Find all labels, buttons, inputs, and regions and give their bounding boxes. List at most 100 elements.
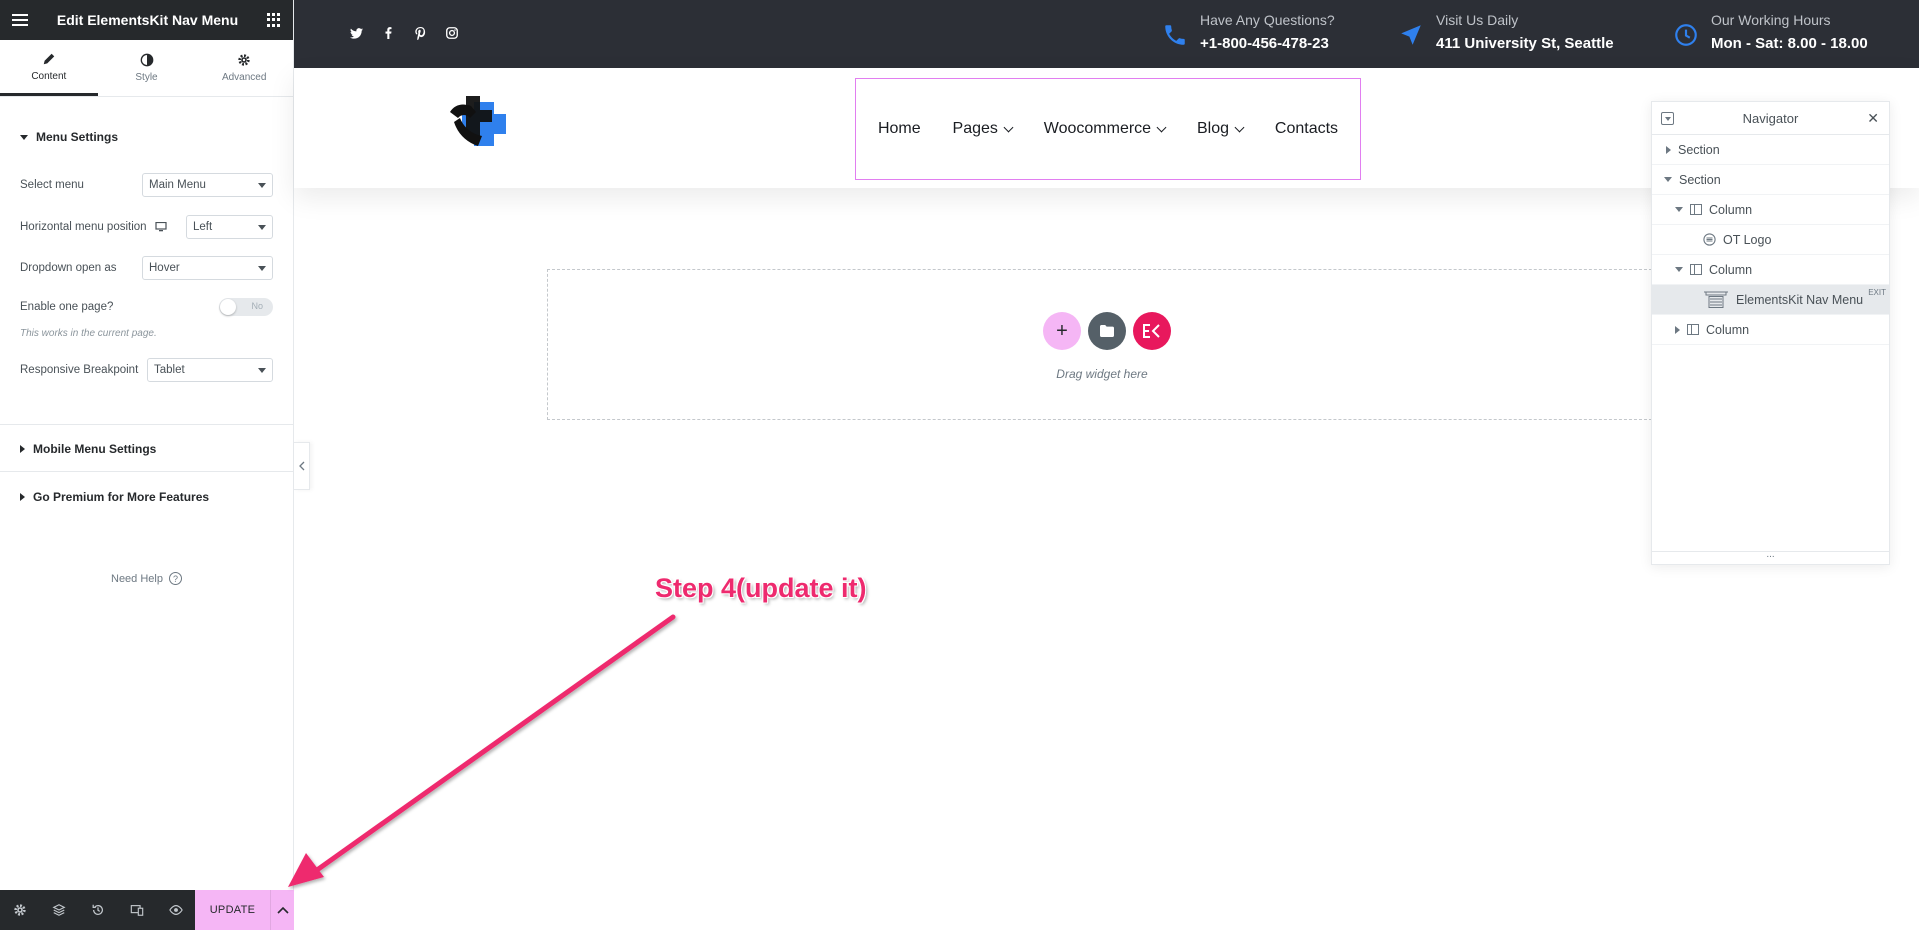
tab-content[interactable]: Content	[0, 40, 98, 96]
caret-down-icon	[1675, 207, 1683, 212]
clock-icon	[1675, 24, 1697, 46]
question-icon: ?	[168, 572, 182, 585]
twitter-icon	[349, 27, 363, 39]
dropdown-open-dropdown[interactable]: Hover	[142, 256, 273, 280]
add-section-button[interactable]: +	[1043, 312, 1081, 350]
nav-pages[interactable]: Pages	[953, 120, 1014, 138]
tab-style[interactable]: Style	[98, 40, 196, 96]
tab-content-label: Content	[31, 70, 67, 82]
working-hours: Mon - Sat: 8.00 - 18.00	[1711, 35, 1868, 52]
elementskit-templates-button[interactable]	[1133, 312, 1171, 350]
horizontal-position-value: Left	[193, 221, 213, 233]
update-button[interactable]: UPDATE	[195, 890, 270, 930]
select-menu-dropdown[interactable]: Main Menu	[142, 173, 273, 197]
column-icon	[1690, 204, 1702, 215]
exit-badge[interactable]: EXIT	[1868, 288, 1886, 297]
elementskit-nav-menu[interactable]: Home Pages Woocommerce Blog Contacts	[855, 78, 1361, 180]
one-page-note: This works in the current page.	[20, 328, 157, 339]
pinterest-link[interactable]	[412, 25, 428, 41]
nav-blog[interactable]: Blog	[1196, 120, 1245, 138]
contact-hours: Our Working Hours Mon - Sat: 8.00 - 18.0…	[1673, 12, 1868, 52]
collapse-all-icon[interactable]	[1661, 112, 1674, 125]
close-icon[interactable]: ✕	[1867, 110, 1879, 127]
chevron-down-icon	[1003, 122, 1014, 132]
one-page-toggle[interactable]: No	[219, 298, 273, 316]
caret-right-icon	[1666, 145, 1671, 154]
mobile-menu-settings-toggle[interactable]: Mobile Menu Settings	[0, 442, 176, 456]
menu-icon[interactable]	[12, 14, 28, 26]
tab-advanced-label: Advanced	[221, 72, 267, 83]
tab-advanced[interactable]: Advanced	[195, 40, 293, 96]
update-options-button[interactable]	[270, 890, 294, 930]
nav-contacts[interactable]: Contacts	[1275, 120, 1338, 138]
nav-contacts-label: Contacts	[1274, 120, 1339, 137]
step-annotation-label: Step 4(update it)	[655, 573, 867, 603]
menu-settings-toggle[interactable]: Menu Settings	[0, 130, 138, 144]
drag-widget-hint: Drag widget here	[1056, 367, 1148, 381]
dropdown-open-label: Dropdown open as	[20, 262, 117, 274]
phone-number[interactable]: +1-800-456-478-23	[1200, 35, 1335, 52]
panel-tabs: Content Style Advanced	[0, 40, 293, 97]
navigator-row-column[interactable]: Column	[1652, 255, 1889, 285]
chevron-down-icon	[258, 224, 266, 230]
navigator-button[interactable]	[39, 890, 78, 930]
divider	[0, 471, 293, 472]
history-icon	[92, 904, 103, 915]
breakpoint-control: Responsive Breakpoint Tablet	[20, 358, 273, 382]
add-template-button[interactable]	[1088, 312, 1126, 350]
site-logo[interactable]	[442, 88, 510, 156]
dropdown-open-value: Hover	[149, 262, 180, 274]
caret-down-icon	[1675, 267, 1683, 272]
settings-button[interactable]	[0, 890, 39, 930]
horizontal-position-dropdown[interactable]: Left	[186, 215, 273, 239]
column-icon	[1690, 264, 1702, 275]
chevron-down-icon	[258, 265, 266, 271]
navigator-row-section[interactable]: Section	[1652, 135, 1889, 165]
navigator-row-column[interactable]: Column	[1652, 195, 1889, 225]
add-section-dropzone[interactable]: + Drag widget here	[547, 269, 1657, 420]
navigator-row-label: Column	[1709, 202, 1753, 217]
navigator-row-column[interactable]: Column	[1652, 315, 1889, 345]
navigator-header[interactable]: Navigator ✕	[1652, 102, 1889, 135]
navigator-row-section[interactable]: Section	[1652, 165, 1889, 195]
nav-woocommerce[interactable]: Woocommerce	[1044, 120, 1167, 138]
navigator-row-widget[interactable]: OT Logo	[1652, 225, 1889, 255]
facebook-link[interactable]	[380, 25, 396, 41]
toggle-state: No	[251, 301, 263, 311]
caret-down-icon	[20, 134, 28, 140]
history-button[interactable]	[78, 890, 117, 930]
go-premium-toggle[interactable]: Go Premium for More Features	[0, 490, 229, 504]
chevron-down-icon	[258, 367, 266, 373]
navigator-row-label: ElementsKit Nav Menu	[1736, 292, 1864, 307]
breakpoint-dropdown[interactable]: Tablet	[147, 358, 273, 382]
desktop-icon[interactable]	[154, 222, 167, 232]
dropdown-open-control: Dropdown open as Hover	[20, 256, 273, 280]
select-menu-control: Select menu Main Menu	[20, 173, 273, 197]
caret-right-icon	[20, 493, 25, 501]
chevron-up-icon	[276, 906, 289, 914]
preview-button[interactable]	[156, 890, 195, 930]
instagram-link[interactable]	[444, 25, 460, 41]
pencil-icon	[43, 53, 55, 64]
twitter-link[interactable]	[348, 25, 364, 41]
phone-icon	[1165, 25, 1185, 45]
navigator-row-nav-menu[interactable]: ElementsKit Nav Menu EXIT	[1652, 285, 1889, 315]
breakpoint-label: Responsive Breakpoint	[20, 364, 139, 376]
widgets-grid-icon[interactable]	[266, 13, 281, 27]
caret-down-icon	[1664, 177, 1672, 182]
elementskit-icon	[1143, 324, 1160, 338]
collapse-panel-button[interactable]	[294, 442, 310, 490]
nav-blog-label: Blog	[1196, 120, 1229, 137]
hours-title: Our Working Hours	[1711, 12, 1831, 28]
responsive-mode-button[interactable]	[117, 890, 156, 930]
menu-settings-title: Menu Settings	[36, 130, 119, 144]
need-help-link[interactable]: Need Help ?	[0, 572, 293, 585]
folder-icon	[1100, 325, 1114, 337]
plus-icon: +	[1056, 319, 1068, 342]
breakpoint-value: Tablet	[154, 364, 185, 376]
logo-widget-icon	[1703, 233, 1716, 246]
chevron-down-icon	[258, 182, 266, 188]
nav-home[interactable]: Home	[878, 120, 921, 138]
navigator-resize-handle[interactable]: ...	[1652, 550, 1889, 564]
navigator-title: Navigator	[1742, 110, 1799, 126]
